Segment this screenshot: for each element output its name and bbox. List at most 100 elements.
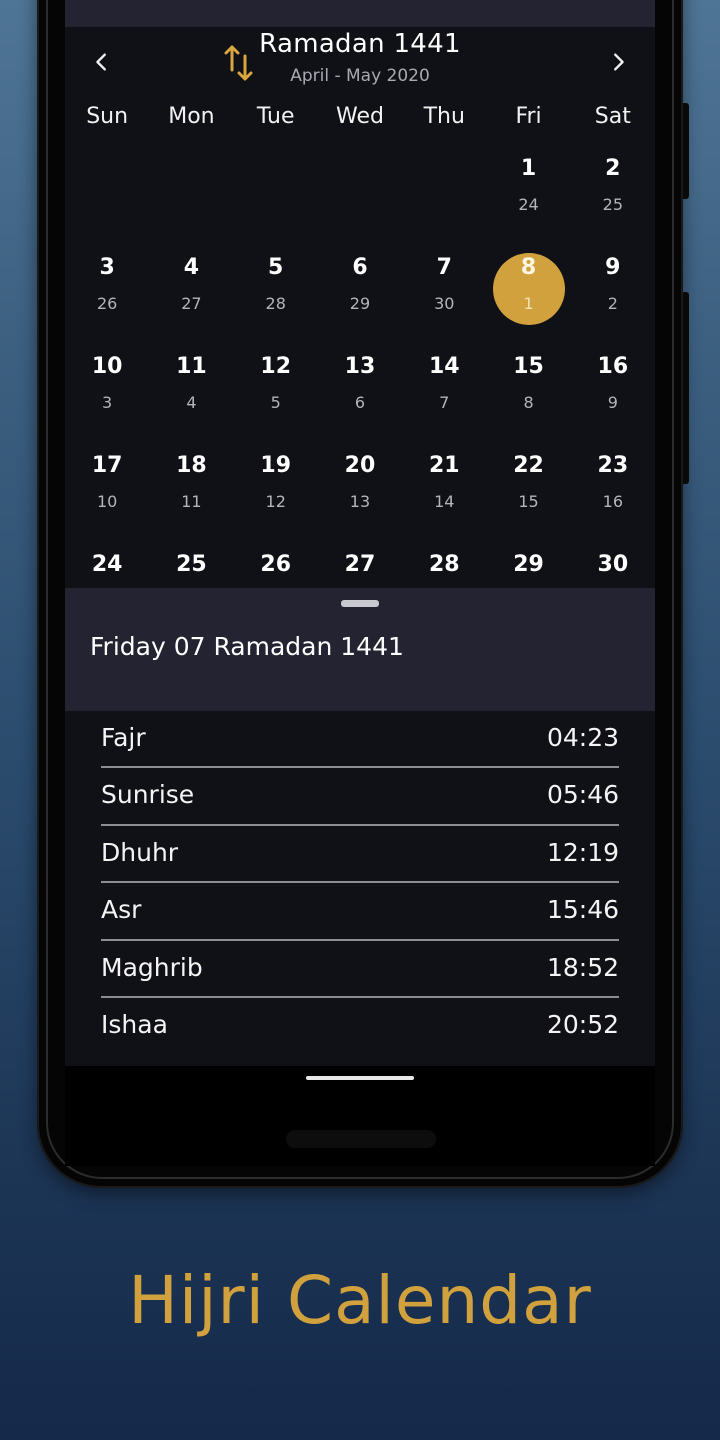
hijri-day-number: 4 xyxy=(186,393,197,412)
hijri-day-number: 10 xyxy=(96,492,118,511)
calendar-empty-cell xyxy=(402,152,486,251)
calendar-day[interactable]: 6 29 xyxy=(318,251,402,350)
gregorian-day-number: 12 xyxy=(260,354,292,379)
calendar-day[interactable]: 29 xyxy=(486,548,570,588)
calendar-day[interactable]: 92 xyxy=(571,251,655,350)
prayer-name: Asr xyxy=(101,895,142,925)
gregorian-day-number: 1 xyxy=(520,156,537,181)
gregorian-day-number: 29 xyxy=(513,552,544,577)
hijri-day-number: 12 xyxy=(265,492,286,511)
calendar-day[interactable]: 13 6 xyxy=(318,350,402,449)
prayer-name: Ishaa xyxy=(101,1009,168,1039)
calendar-day[interactable]: 14 7 xyxy=(402,350,486,449)
gregorian-day-number: 6 xyxy=(352,255,368,280)
calendar-day[interactable]: 28 xyxy=(402,548,486,588)
status-bar-area xyxy=(65,0,655,27)
calendar-day[interactable]: 1 24 xyxy=(486,152,570,251)
calendar-day[interactable]: 5 28 xyxy=(234,251,318,350)
weekday-label: Mon xyxy=(168,104,215,129)
hijri-day-number: 25 xyxy=(602,195,623,214)
hijri-day-number: 26 xyxy=(96,294,118,313)
gregorian-day-number: 13 xyxy=(344,354,376,379)
calendar-day[interactable]: 16 9 xyxy=(571,350,655,449)
system-navigation-bar xyxy=(65,1066,655,1166)
prayer-times-list: Fajr 04:23 Sunrise 05:46 Dhuhr 12:19 Asr 15:46 M… xyxy=(101,711,619,1055)
calendar-day[interactable]: 2 25 xyxy=(571,152,655,251)
gregorian-day-number: 8 xyxy=(520,255,537,280)
calendar-empty-cell xyxy=(65,152,149,251)
hijri-day-number: 5 xyxy=(270,393,281,412)
gregorian-day-number: 20 xyxy=(344,453,376,478)
calendar-day[interactable]: 4 27 xyxy=(149,251,233,350)
calendar-day[interactable]: 15 8 xyxy=(486,350,570,449)
prayer-time-row[interactable]: Sunrise 05:46 xyxy=(101,768,619,826)
gregorian-day-number: 26 xyxy=(260,552,292,577)
calendar-day[interactable]: 24 xyxy=(65,548,149,588)
calendar-week-row: 3 26 4 27 5 28 6 29 7 30 8 1 9 2 xyxy=(65,251,655,350)
hijri-day-number: 13 xyxy=(349,492,371,511)
chevron-right-icon xyxy=(614,53,624,71)
prayer-time-value: 12:19 xyxy=(546,837,619,867)
prayer-time-row[interactable]: Fajr 04:23 xyxy=(101,711,619,769)
gregorian-day-number: 11 xyxy=(176,354,207,379)
calendar-day[interactable]: 25 xyxy=(149,548,233,588)
prayer-time-value: 05:46 xyxy=(546,780,619,810)
hijri-day-number: 11 xyxy=(181,492,202,511)
calendar-day[interactable]: 18 11 xyxy=(149,449,233,548)
prayer-time-row[interactable]: Maghrib 18:52 xyxy=(101,941,619,998)
gregorian-day-number: 4 xyxy=(183,255,200,280)
phone-power-button xyxy=(683,103,689,199)
calendar-day[interactable]: 23 16 xyxy=(571,449,655,548)
weekday-label: Tue xyxy=(256,104,295,129)
next-month-button[interactable] xyxy=(603,47,633,77)
home-gesture-indicator[interactable] xyxy=(306,1076,414,1080)
calendar-day[interactable]: 11 4 xyxy=(149,350,233,449)
calendar-day[interactable]: 17 10 xyxy=(65,449,149,548)
calendar-day[interactable]: 21 14 xyxy=(402,449,486,548)
calendar-day[interactable]: 12 5 xyxy=(234,350,318,449)
calendar-day[interactable]: 27 xyxy=(318,548,402,588)
gregorian-day-number: 18 xyxy=(176,453,207,478)
gregorian-day-number: 9 xyxy=(605,255,621,280)
calendar-week-row: 24 25 26 27 28 29 30 xyxy=(65,548,655,588)
hijri-day-number: 8 xyxy=(523,393,534,412)
calendar-day[interactable]: 22 15 xyxy=(486,449,570,548)
sheet-drag-handle[interactable] xyxy=(341,600,379,607)
calendar-day[interactable]: 30 xyxy=(571,548,655,588)
bottom-sheet-header: Friday 07 Ramadan 1441 xyxy=(65,588,655,711)
prayer-time-row[interactable]: Ishaa 20:52 xyxy=(101,998,619,1055)
gregorian-day-number: 3 xyxy=(99,255,115,280)
gregorian-day-number: 14 xyxy=(428,354,460,379)
gregorian-day-number: 25 xyxy=(176,552,207,577)
prayer-name: Maghrib xyxy=(101,952,203,982)
gregorian-day-number: 30 xyxy=(597,552,629,577)
hijri-day-number: 29 xyxy=(349,294,371,313)
calendar-day-selected[interactable]: 81 xyxy=(486,251,570,350)
weekday-label: Sat xyxy=(594,104,631,129)
gregorian-day-number: 21 xyxy=(428,453,460,478)
hijri-day-number: 14 xyxy=(434,492,455,511)
app-screen: Ramadan 1441 April - May 2020 Sun Mon Tu… xyxy=(65,0,655,1066)
calendar-day[interactable]: 3 26 xyxy=(65,251,149,350)
hijri-day-number: 27 xyxy=(181,294,202,313)
weekday-header-row: Sun Mon Tue Wed Thu Fri Sat xyxy=(65,104,655,129)
gregorian-day-number: 16 xyxy=(597,354,629,379)
hijri-day-number: 24 xyxy=(518,195,539,214)
gregorian-day-number: 22 xyxy=(513,453,544,478)
prayer-time-value: 20:52 xyxy=(546,1009,619,1039)
gregorian-day-number: 10 xyxy=(91,354,123,379)
prayer-time-value: 18:52 xyxy=(546,952,619,982)
gregorian-day-number: 23 xyxy=(597,453,629,478)
calendar-day[interactable]: 26 xyxy=(234,548,318,588)
prayer-name: Dhuhr xyxy=(101,837,179,867)
prayer-time-row[interactable]: Asr 15:46 xyxy=(101,883,619,941)
hijri-day-number: 15 xyxy=(518,492,539,511)
calendar-day[interactable]: 19 12 xyxy=(234,449,318,548)
calendar-day[interactable]: 20 13 xyxy=(318,449,402,548)
prayer-time-row[interactable]: Dhuhr 12:19 xyxy=(101,826,619,884)
weekday-label: Wed xyxy=(336,104,384,129)
calendar-day[interactable]: 7 30 xyxy=(402,251,486,350)
hijri-day-number: 6 xyxy=(354,393,366,412)
calendar-day[interactable]: 10 3 xyxy=(65,350,149,449)
calendar-empty-cell xyxy=(149,152,233,251)
